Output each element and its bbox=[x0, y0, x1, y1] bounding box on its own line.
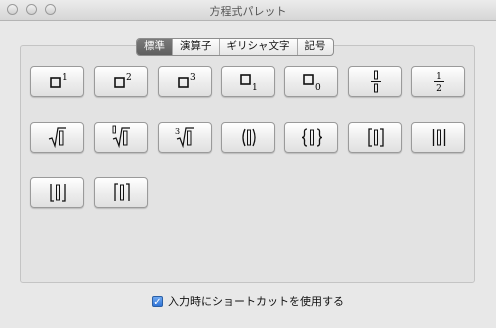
shortcut-checkbox[interactable]: ✓ bbox=[152, 295, 163, 308]
fraction-one-half-icon: 12 bbox=[434, 72, 444, 94]
parentheses-icon bbox=[242, 128, 256, 147]
brackets-button[interactable] bbox=[348, 122, 402, 153]
tab-greek[interactable]: ギリシャ文字 bbox=[220, 39, 298, 55]
svg-text:0: 0 bbox=[315, 83, 321, 93]
superscript-3-button[interactable]: 3 bbox=[158, 66, 212, 97]
cube-root-button[interactable]: 3 bbox=[158, 122, 212, 153]
box-superscript-3-icon: 3 bbox=[178, 73, 196, 88]
sqrt-icon bbox=[48, 127, 66, 149]
svg-text:2: 2 bbox=[126, 73, 132, 83]
ceiling-icon bbox=[114, 183, 130, 201]
svg-text:1: 1 bbox=[62, 73, 68, 83]
parentheses-button[interactable] bbox=[221, 122, 275, 153]
shortcut-option[interactable]: ✓ 入力時にショートカットを使用する bbox=[152, 293, 344, 309]
square-root-button[interactable] bbox=[30, 122, 84, 153]
cube-root-icon: 3 bbox=[175, 127, 194, 149]
tab-standard[interactable]: 標準 bbox=[137, 39, 173, 55]
svg-text:2: 2 bbox=[436, 84, 442, 94]
window-title: 方程式パレット bbox=[209, 5, 287, 18]
fraction-button[interactable] bbox=[348, 66, 402, 97]
nth-root-button[interactable] bbox=[94, 122, 148, 153]
box-subscript-0-icon: 0 bbox=[303, 74, 321, 93]
superscript-2-button[interactable]: 2 bbox=[94, 66, 148, 97]
floor-button[interactable] bbox=[30, 177, 84, 208]
ceiling-button[interactable] bbox=[94, 177, 148, 208]
svg-text:3: 3 bbox=[190, 73, 196, 83]
fraction-1-2-button[interactable]: 12 bbox=[411, 66, 465, 97]
subscript-0-button[interactable]: 0 bbox=[284, 66, 338, 97]
window-titlebar: 方程式パレット bbox=[0, 0, 496, 21]
nth-root-icon bbox=[112, 125, 130, 149]
svg-text:3: 3 bbox=[175, 127, 180, 136]
shortcut-label: 入力時にショートカットを使用する bbox=[168, 295, 344, 308]
svg-text:1: 1 bbox=[436, 72, 442, 82]
square-brackets-icon bbox=[368, 128, 384, 147]
box-subscript-1-icon: 1 bbox=[240, 74, 258, 93]
svg-text:1: 1 bbox=[252, 83, 258, 93]
fraction-template-icon bbox=[371, 70, 381, 93]
tab-operators[interactable]: 演算子 bbox=[173, 39, 220, 55]
tab-symbols[interactable]: 記号 bbox=[298, 39, 333, 55]
category-tabs: 標準 演算子 ギリシャ文字 記号 bbox=[136, 38, 334, 56]
vertical-bars-icon bbox=[432, 129, 446, 146]
braces-icon bbox=[301, 128, 323, 147]
box-superscript-1-icon: 1 bbox=[50, 73, 68, 88]
box-superscript-2-icon: 2 bbox=[114, 73, 132, 88]
absolute-value-button[interactable] bbox=[411, 122, 465, 153]
braces-button[interactable] bbox=[284, 122, 338, 153]
superscript-1-button[interactable]: 1 bbox=[30, 66, 84, 97]
floor-icon bbox=[50, 184, 66, 202]
subscript-1-button[interactable]: 1 bbox=[221, 66, 275, 97]
